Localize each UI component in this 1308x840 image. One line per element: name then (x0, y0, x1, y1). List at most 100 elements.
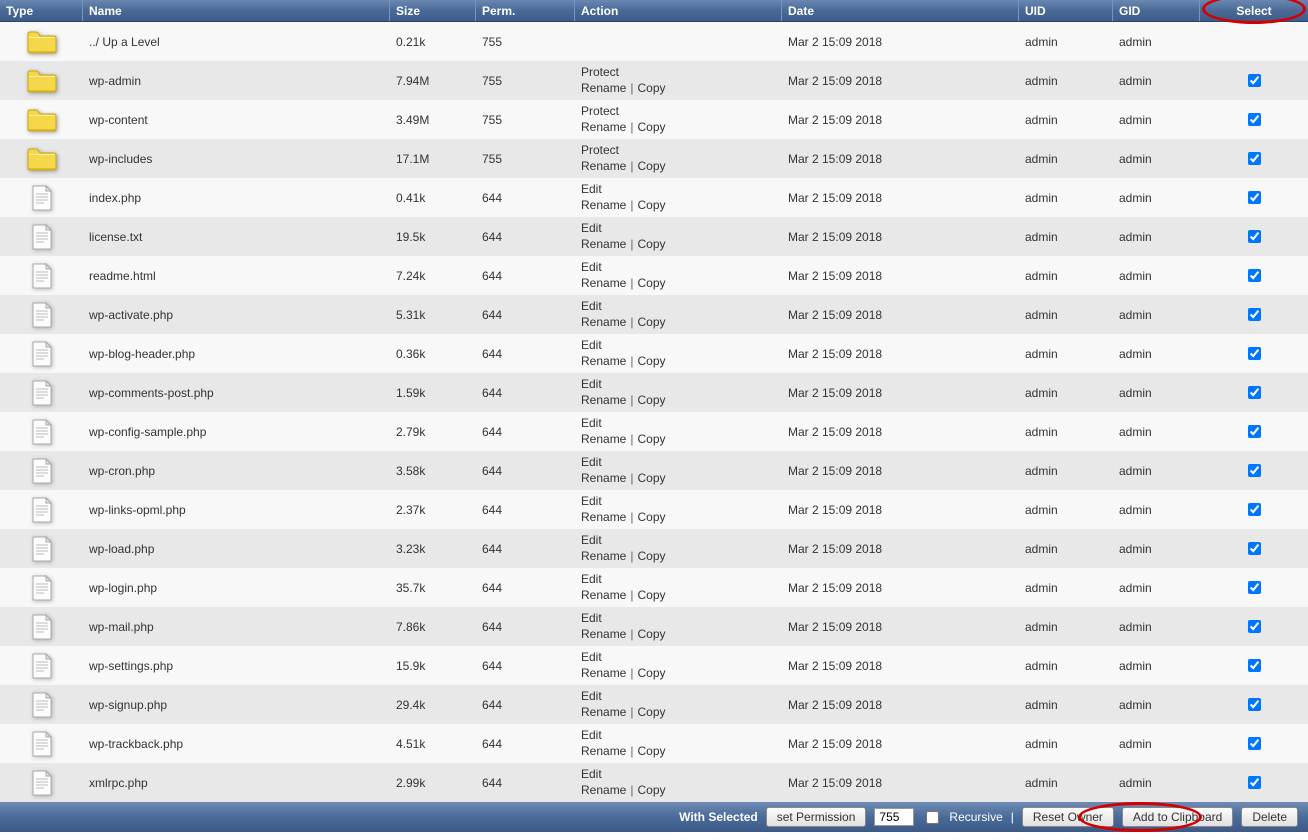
row-checkbox[interactable] (1248, 308, 1261, 321)
delete-button[interactable]: Delete (1241, 807, 1298, 827)
perm-link[interactable]: 755 (482, 113, 569, 127)
sort-size[interactable]: Size (396, 4, 420, 18)
action-copy[interactable]: Copy (637, 588, 665, 604)
row-checkbox[interactable] (1248, 269, 1261, 282)
perm-link[interactable]: 644 (482, 191, 569, 205)
action-rename[interactable]: Rename (581, 198, 626, 214)
sort-uid[interactable]: UID (1025, 4, 1046, 18)
perm-link[interactable]: 644 (482, 542, 569, 556)
file-link[interactable]: wp-blog-header.php (89, 347, 384, 361)
action-edit[interactable]: Edit (581, 455, 602, 471)
action-copy[interactable]: Copy (637, 315, 665, 331)
perm-link[interactable]: 644 (482, 581, 569, 595)
action-copy[interactable]: Copy (637, 198, 665, 214)
perm-link[interactable]: 644 (482, 503, 569, 517)
action-edit[interactable]: Edit (581, 182, 602, 198)
perm-link[interactable]: 644 (482, 776, 569, 790)
action-rename[interactable]: Rename (581, 471, 626, 487)
sort-name[interactable]: Name (89, 4, 122, 18)
file-link[interactable]: wp-trackback.php (89, 737, 384, 751)
perm-link[interactable]: 644 (482, 659, 569, 673)
action-edit[interactable]: Edit (581, 338, 602, 354)
row-checkbox[interactable] (1248, 464, 1261, 477)
file-link[interactable]: wp-comments-post.php (89, 386, 384, 400)
add-to-clipboard-button[interactable]: Add to Clipboard (1122, 807, 1233, 827)
file-link[interactable]: wp-cron.php (89, 464, 384, 478)
file-link[interactable]: wp-admin (89, 74, 384, 88)
action-copy[interactable]: Copy (637, 705, 665, 721)
set-permission-button[interactable]: set Permission (766, 807, 867, 827)
action-rename[interactable]: Rename (581, 510, 626, 526)
action-edit[interactable]: Edit (581, 260, 602, 276)
action-rename[interactable]: Rename (581, 549, 626, 565)
action-copy[interactable]: Copy (637, 120, 665, 136)
action-copy[interactable]: Copy (637, 666, 665, 682)
row-checkbox[interactable] (1248, 542, 1261, 555)
action-edit[interactable]: Edit (581, 572, 602, 588)
perm-link[interactable]: 755 (482, 152, 569, 166)
action-rename[interactable]: Rename (581, 354, 626, 370)
perm-link[interactable]: 644 (482, 386, 569, 400)
row-checkbox[interactable] (1248, 191, 1261, 204)
action-rename[interactable]: Rename (581, 276, 626, 292)
row-checkbox[interactable] (1248, 74, 1261, 87)
perm-link[interactable]: 644 (482, 620, 569, 634)
sort-date[interactable]: Date (788, 4, 814, 18)
action-copy[interactable]: Copy (637, 354, 665, 370)
file-link[interactable]: wp-settings.php (89, 659, 384, 673)
action-rename[interactable]: Rename (581, 120, 626, 136)
action-copy[interactable]: Copy (637, 276, 665, 292)
action-copy[interactable]: Copy (637, 81, 665, 97)
action-edit[interactable]: Edit (581, 494, 602, 510)
row-checkbox[interactable] (1248, 152, 1261, 165)
row-checkbox[interactable] (1248, 776, 1261, 789)
action-copy[interactable]: Copy (637, 159, 665, 175)
action-rename[interactable]: Rename (581, 588, 626, 604)
file-link[interactable]: wp-activate.php (89, 308, 384, 322)
permission-input[interactable] (874, 808, 914, 826)
perm-link[interactable]: 644 (482, 737, 569, 751)
action-copy[interactable]: Copy (637, 627, 665, 643)
file-link[interactable]: license.txt (89, 230, 384, 244)
sort-type[interactable]: Type (6, 4, 33, 18)
action-copy[interactable]: Copy (637, 744, 665, 760)
action-edit[interactable]: Edit (581, 728, 602, 744)
file-link[interactable]: wp-links-opml.php (89, 503, 384, 517)
action-edit[interactable]: Edit (581, 377, 602, 393)
action-edit[interactable]: Edit (581, 650, 602, 666)
action-edit[interactable]: Edit (581, 767, 602, 783)
file-link[interactable]: readme.html (89, 269, 384, 283)
row-checkbox[interactable] (1248, 230, 1261, 243)
row-checkbox[interactable] (1248, 386, 1261, 399)
action-copy[interactable]: Copy (637, 549, 665, 565)
row-checkbox[interactable] (1248, 503, 1261, 516)
action-edit[interactable]: Edit (581, 533, 602, 549)
action-copy[interactable]: Copy (637, 783, 665, 799)
recursive-checkbox[interactable] (926, 811, 939, 824)
action-rename[interactable]: Rename (581, 744, 626, 760)
perm-link[interactable]: 644 (482, 230, 569, 244)
reset-owner-button[interactable]: Reset Owner (1022, 807, 1114, 827)
action-edit[interactable]: Edit (581, 689, 602, 705)
file-link[interactable]: wp-config-sample.php (89, 425, 384, 439)
file-link[interactable]: wp-load.php (89, 542, 384, 556)
perm-link[interactable]: 644 (482, 425, 569, 439)
action-rename[interactable]: Rename (581, 432, 626, 448)
file-link[interactable]: index.php (89, 191, 384, 205)
action-rename[interactable]: Rename (581, 237, 626, 253)
perm-link[interactable]: 644 (482, 698, 569, 712)
action-copy[interactable]: Copy (637, 393, 665, 409)
action-edit[interactable]: Edit (581, 416, 602, 432)
select-all[interactable]: Select (1236, 4, 1271, 18)
action-copy[interactable]: Copy (637, 510, 665, 526)
action-rename[interactable]: Rename (581, 705, 626, 721)
sort-perm[interactable]: Perm. (482, 4, 515, 18)
action-rename[interactable]: Rename (581, 393, 626, 409)
action-copy[interactable]: Copy (637, 432, 665, 448)
perm-link[interactable]: 644 (482, 464, 569, 478)
row-checkbox[interactable] (1248, 698, 1261, 711)
action-edit[interactable]: Edit (581, 221, 602, 237)
perm-link[interactable]: 644 (482, 269, 569, 283)
action-rename[interactable]: Rename (581, 783, 626, 799)
action-rename[interactable]: Rename (581, 315, 626, 331)
